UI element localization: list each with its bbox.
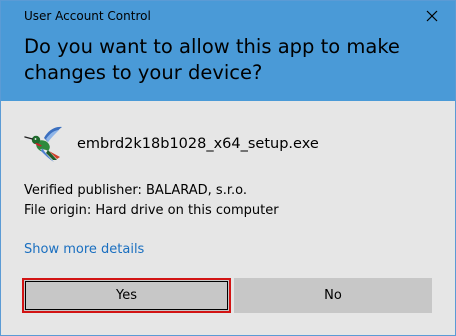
prompt-question: Do you want to allow this app to make ch… bbox=[24, 35, 400, 84]
dialog-header: User Account Control Do you want to allo… bbox=[1, 1, 455, 101]
show-more-details-link[interactable]: Show more details bbox=[24, 242, 144, 257]
no-button[interactable]: No bbox=[234, 278, 432, 313]
file-origin: File origin: Hard drive on this computer bbox=[24, 203, 279, 218]
app-row: embrd2k18b1028_x64_setup.exe bbox=[24, 122, 319, 166]
close-icon bbox=[426, 10, 438, 22]
uac-dialog: User Account Control Do you want to allo… bbox=[0, 0, 456, 336]
publisher-info: Verified publisher: BALARAD, s.r.o. File… bbox=[24, 181, 279, 221]
hummingbird-icon bbox=[24, 124, 64, 164]
app-filename: embrd2k18b1028_x64_setup.exe bbox=[77, 136, 319, 152]
close-button[interactable] bbox=[423, 7, 441, 25]
no-button-label: No bbox=[324, 288, 342, 303]
window-title: User Account Control bbox=[24, 9, 151, 23]
yes-button-label: Yes bbox=[116, 288, 137, 303]
verified-publisher: Verified publisher: BALARAD, s.r.o. bbox=[24, 183, 247, 198]
yes-button[interactable]: Yes bbox=[22, 278, 231, 313]
